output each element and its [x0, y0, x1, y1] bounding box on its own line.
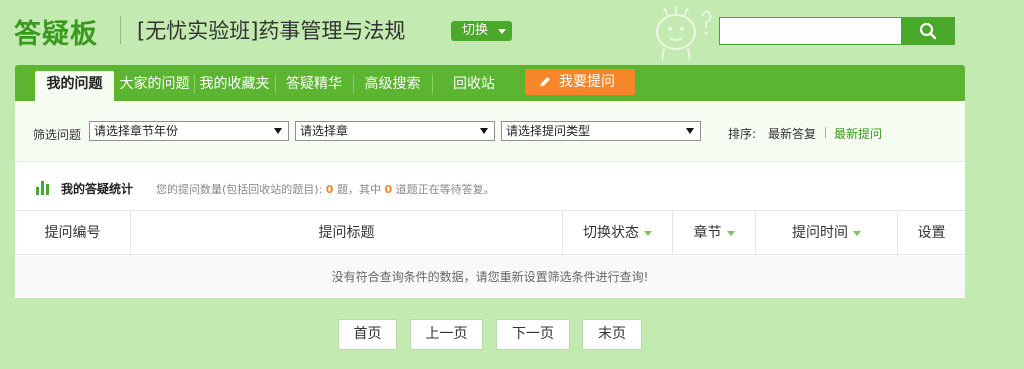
search-input[interactable]	[719, 17, 901, 45]
empty-table-message: 没有符合查询条件的数据，请您重新设置筛选条件进行查询!	[15, 256, 965, 298]
main-nav: 我的问题 大家的问题 我的收藏夹 答疑精华 高级搜索 回收站 我要提问	[15, 65, 965, 101]
col-chapter[interactable]: 章节	[673, 211, 756, 255]
col-question-title: 提问标题	[131, 211, 563, 255]
tab-all-questions[interactable]: 大家的问题	[116, 71, 193, 101]
prev-page-button[interactable]: 上一页	[410, 319, 483, 350]
sort-latest-question[interactable]: 最新提问	[834, 125, 882, 142]
stats-suffix: 道题正在等待答复。	[395, 183, 495, 196]
sort-caret-icon	[853, 230, 861, 236]
search-icon	[919, 22, 937, 40]
last-page-button[interactable]: 末页	[582, 319, 642, 350]
year-select-value: 请选择章节年份	[94, 124, 179, 138]
tab-my-questions[interactable]: 我的问题	[35, 71, 114, 101]
table-header: 提问编号 提问标题 切换状态 章节 提问时间 设置	[15, 211, 965, 255]
course-title: [无忧实验班]药事管理与法规	[137, 19, 406, 43]
sort-latest-reply[interactable]: 最新答复	[768, 125, 816, 142]
stats-text: 您的提问数量(包括回收站的题目): 0 题，其中 0 道题正在等待答复。	[156, 181, 495, 197]
dropdown-arrow-icon	[480, 128, 488, 134]
col-question-time-label: 提问时间	[792, 225, 848, 241]
ask-question-label: 我要提问	[559, 74, 615, 90]
tab-advanced-search[interactable]: 高级搜索	[354, 71, 431, 101]
dropdown-arrow-icon	[274, 128, 282, 134]
col-switch-status[interactable]: 切换状态	[563, 211, 673, 255]
waiting-question-count: 0	[384, 183, 393, 196]
total-question-count: 0	[325, 183, 334, 196]
bar-chart-icon	[36, 181, 49, 195]
next-page-button[interactable]: 下一页	[496, 319, 570, 350]
chevron-down-icon	[498, 29, 506, 34]
chapter-select-value: 请选择章	[300, 124, 349, 138]
stats-title: 我的答疑统计	[61, 182, 134, 196]
sort-caret-icon	[644, 230, 652, 236]
ask-question-button[interactable]: 我要提问	[525, 69, 635, 95]
tab-recycle-bin[interactable]: 回收站	[433, 71, 515, 101]
chapter-select[interactable]: 请选择章	[295, 121, 495, 141]
sort-caret-icon	[726, 230, 735, 236]
stats-mid: 题，其中	[336, 183, 381, 196]
question-type-select-value: 请选择提问类型	[506, 124, 591, 138]
question-type-select[interactable]: 请选择提问类型	[501, 121, 701, 141]
search-button[interactable]	[901, 17, 955, 45]
sort-label: 排序:	[728, 127, 757, 141]
question-panel: 筛选问题 请选择章节年份 请选择章 请选择提问类型 排序: 最新答复 最新提问 …	[15, 101, 965, 298]
switch-label: 切换	[462, 23, 489, 38]
tab-my-favorites[interactable]: 我的收藏夹	[195, 71, 274, 101]
filter-label: 筛选问题	[33, 128, 82, 142]
switch-course-button[interactable]: 切换	[451, 21, 512, 41]
tab-best-answers[interactable]: 答疑精华	[276, 71, 352, 101]
stats-summary: 我的答疑统计 您的提问数量(包括回收站的题目): 0 题，其中 0 道题正在等待…	[15, 163, 965, 211]
logo[interactable]: 答疑板	[14, 12, 98, 51]
col-switch-status-label: 切换状态	[583, 225, 639, 241]
col-question-time[interactable]: 提问时间	[756, 211, 898, 255]
sort-divider	[825, 127, 826, 138]
col-question-id: 提问编号	[15, 211, 131, 255]
pencil-icon	[540, 77, 550, 87]
col-settings: 设置	[917, 225, 946, 241]
filter-bar: 筛选问题 请选择章节年份 请选择章 请选择提问类型 排序: 最新答复 最新提问	[15, 101, 965, 162]
header-divider	[120, 16, 121, 44]
mascot-doodle-icon	[656, 6, 712, 61]
dropdown-arrow-icon	[686, 128, 694, 134]
first-page-button[interactable]: 首页	[338, 319, 397, 350]
col-chapter-label: 章节	[693, 225, 722, 241]
stats-prefix: 您的提问数量(包括回收站的题目):	[156, 183, 323, 196]
year-select[interactable]: 请选择章节年份	[89, 121, 289, 141]
